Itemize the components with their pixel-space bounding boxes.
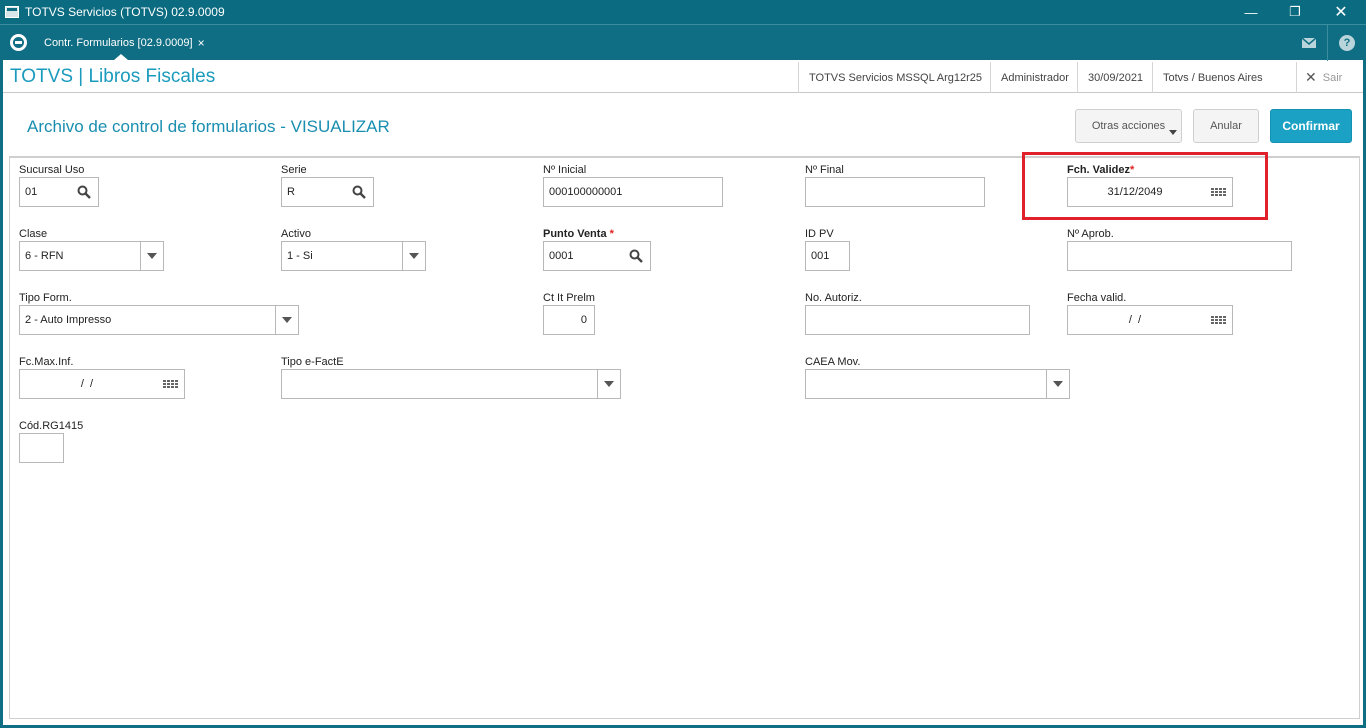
id-pv-label: ID PV	[805, 228, 834, 240]
serie-input[interactable]: R	[281, 177, 374, 207]
tipo-form-value: 2 - Auto Impresso	[25, 314, 112, 326]
tab-label: Contr. Formularios [02.9.0009]	[44, 36, 193, 49]
chevron-down-icon[interactable]	[597, 370, 620, 398]
search-icon[interactable]	[622, 242, 650, 270]
app-icon	[5, 6, 19, 18]
chevron-down-icon[interactable]	[402, 242, 425, 270]
clase-value: 6 - RFN	[25, 250, 64, 262]
punto-venta-label: Punto Venta *	[543, 228, 614, 240]
ct-it-prelm-label: Ct It Prelm	[543, 292, 595, 304]
tipo-form-label: Tipo Form.	[19, 292, 72, 304]
nro-inicial-input[interactable]: 000100000001	[543, 177, 723, 207]
nro-final-input[interactable]	[805, 177, 985, 207]
nro-final-label: Nº Final	[805, 164, 844, 176]
page-bar: Archivo de control de formularios - VISU…	[3, 94, 1363, 156]
chevron-down-icon	[1169, 130, 1177, 135]
totvs-logo-icon[interactable]	[10, 34, 27, 51]
nro-inicial-label: Nº Inicial	[543, 164, 587, 176]
fecha-valid-value: / /	[1128, 314, 1142, 326]
search-icon[interactable]	[70, 178, 98, 206]
window-titlebar: TOTVS Servicios (TOTVS) 02.9.0009	[0, 0, 1366, 24]
page-title: Archivo de control de formularios - VISU…	[27, 117, 390, 136]
sucursal-uso-label: Sucursal Uso	[19, 164, 85, 176]
fecha-valid-label: Fecha valid.	[1067, 292, 1127, 304]
clase-select[interactable]: 6 - RFN	[19, 241, 164, 271]
required-marker: *	[609, 228, 614, 240]
activo-label: Activo	[281, 228, 311, 240]
punto-venta-value: 0001	[549, 250, 574, 262]
tipo-efacte-label: Tipo e-FactE	[281, 356, 344, 368]
user-label: Administrador	[990, 62, 1081, 93]
serie-label: Serie	[281, 164, 307, 176]
close-icon: ✕	[1305, 69, 1317, 85]
restore-button[interactable]: ❐	[1272, 0, 1318, 24]
toolbar-divider	[1327, 25, 1328, 61]
help-icon[interactable]: ?	[1334, 32, 1360, 54]
no-autoriz-label: No. Autoriz.	[805, 292, 862, 304]
tab-contr-formularios[interactable]: Contr. Formularios [02.9.0009] ×	[38, 25, 206, 60]
ct-it-prelm-input[interactable]: 0	[543, 305, 595, 335]
punto-venta-input[interactable]: 0001	[543, 241, 651, 271]
search-icon[interactable]	[345, 178, 373, 206]
calendar-icon[interactable]	[156, 370, 184, 398]
minimize-button[interactable]: —	[1228, 0, 1274, 24]
window-title: TOTVS Servicios (TOTVS) 02.9.0009	[25, 5, 225, 19]
module-title: TOTVS | Libros Fiscales	[10, 66, 216, 87]
mail-icon[interactable]	[1296, 32, 1322, 54]
cod-rg1415-label: Cód.RG1415	[19, 420, 84, 432]
module-header: TOTVS | Libros Fiscales TOTVS Servicios …	[3, 62, 1363, 93]
nro-aprob-label: Nº Aprob.	[1067, 228, 1114, 240]
other-actions-button[interactable]: Otras acciones	[1075, 109, 1182, 143]
other-actions-label: Otras acciones	[1091, 120, 1166, 132]
confirm-label: Confirmar	[1282, 119, 1340, 133]
tab-close-icon[interactable]: ×	[198, 36, 205, 50]
punto-venta-label-text: Punto Venta	[543, 228, 607, 240]
exit-label: Sair	[1322, 71, 1343, 84]
caea-mov-label: CAEA Mov.	[805, 356, 861, 368]
fc-max-inf-value: / /	[80, 378, 94, 390]
id-pv-input[interactable]: 001	[805, 241, 850, 271]
cancel-button[interactable]: Anular	[1193, 109, 1259, 143]
activo-value: 1 - Si	[287, 250, 313, 262]
nro-inicial-value: 000100000001	[549, 186, 623, 198]
tipo-efacte-select[interactable]	[281, 369, 621, 399]
serie-value: R	[287, 186, 295, 198]
sucursal-uso-input[interactable]: 01	[19, 177, 99, 207]
tipo-form-select[interactable]: 2 - Auto Impresso	[19, 305, 299, 335]
caea-mov-select[interactable]	[805, 369, 1070, 399]
id-pv-value: 001	[811, 250, 830, 262]
no-autoriz-input[interactable]	[805, 305, 1030, 335]
cancel-label: Anular	[1210, 120, 1242, 132]
environment-label: TOTVS Servicios MSSQL Arg12r25	[798, 62, 994, 93]
company-label: Totvs / Buenos Aires	[1152, 62, 1274, 93]
tab-bar: Contr. Formularios [02.9.0009] × ?	[0, 24, 1366, 61]
nro-aprob-input[interactable]	[1067, 241, 1292, 271]
cod-rg1415-input[interactable]	[19, 433, 64, 463]
fc-max-inf-label: Fc.Max.Inf.	[19, 356, 74, 368]
exit-button[interactable]: ✕ Sair	[1296, 62, 1342, 93]
confirm-button[interactable]: Confirmar	[1270, 109, 1352, 143]
chevron-down-icon[interactable]	[140, 242, 163, 270]
fc-max-inf-input[interactable]: / /	[19, 369, 185, 399]
chevron-down-icon[interactable]	[1046, 370, 1069, 398]
fecha-valid-input[interactable]: / /	[1067, 305, 1233, 335]
close-window-button[interactable]: ✕	[1318, 0, 1364, 24]
chevron-down-icon[interactable]	[275, 306, 298, 334]
activo-select[interactable]: 1 - Si	[281, 241, 426, 271]
sucursal-uso-value: 01	[25, 186, 38, 198]
clase-label: Clase	[19, 228, 48, 240]
ct-it-prelm-value: 0	[580, 314, 587, 326]
calendar-icon[interactable]	[1204, 306, 1232, 334]
date-label: 30/09/2021	[1077, 62, 1156, 93]
highlight-box	[1022, 152, 1268, 220]
